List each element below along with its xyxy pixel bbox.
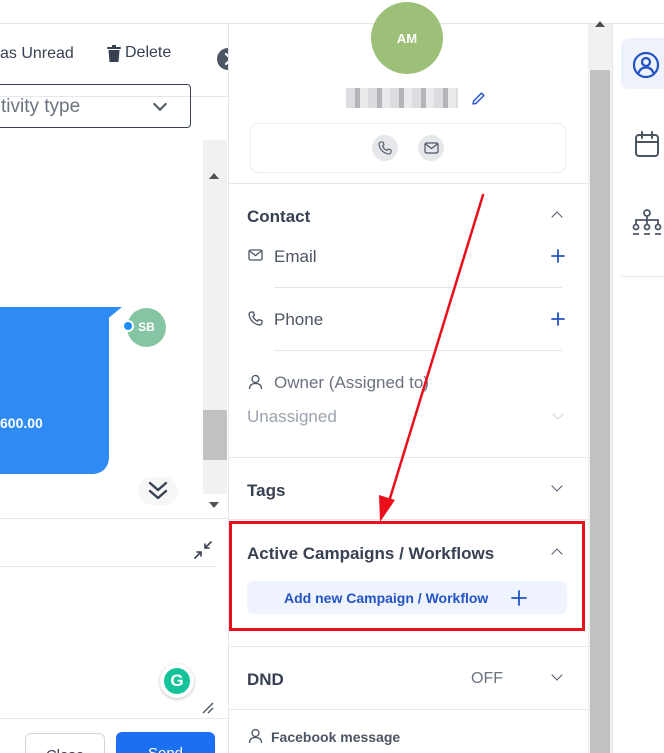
contact-section-title[interactable]: Contact <box>247 207 310 227</box>
add-campaign-button[interactable]: Add new Campaign / Workflow <box>247 581 567 614</box>
scroll-down-arrow[interactable] <box>209 502 219 508</box>
message-amount: 600.00 <box>0 415 43 431</box>
email-field-label: Email <box>274 247 317 266</box>
call-button[interactable] <box>372 135 398 161</box>
user-icon <box>248 728 263 744</box>
campaigns-divider <box>229 646 588 647</box>
resize-icon[interactable] <box>200 700 214 714</box>
dnd-status: OFF <box>471 670 503 687</box>
campaigns-section-title[interactable]: Active Campaigns / Workflows <box>247 544 494 564</box>
page-scroll-thumb[interactable] <box>590 70 610 753</box>
scroll-up-arrow[interactable] <box>209 173 219 179</box>
top-bar <box>0 0 664 24</box>
mail-icon <box>248 249 263 261</box>
dnd-section-title[interactable]: DND <box>247 670 284 690</box>
double-chevron-down-icon <box>148 481 168 500</box>
phone-icon <box>378 141 392 155</box>
phone-icon <box>248 311 263 326</box>
phone-field-label: Phone <box>274 310 324 329</box>
user-circle-icon <box>632 51 660 79</box>
add-email-plus-icon[interactable] <box>551 249 565 263</box>
activity-type-select[interactable]: tivity type <box>0 84 191 128</box>
grammarly-icon: G <box>164 668 190 694</box>
trash-icon <box>107 44 121 62</box>
quick-actions-box <box>250 123 566 173</box>
user-icon <box>248 374 263 390</box>
tags-section-title[interactable]: Tags <box>247 481 285 501</box>
mark-unread-button[interactable]: as Unread <box>0 45 74 63</box>
message-bubble <box>0 307 109 474</box>
close-button[interactable]: Close <box>25 733 105 753</box>
owner-select-value[interactable]: Unassigned <box>247 407 337 427</box>
add-campaign-label: Add new Campaign / Workflow <box>284 590 489 606</box>
composer-header-divider <box>0 566 216 567</box>
composer-bottom-divider <box>0 718 228 719</box>
mail-icon <box>423 142 439 154</box>
chevron-down-icon <box>152 96 168 112</box>
contact-avatar: AM <box>371 2 443 74</box>
grammarly-button[interactable]: G <box>160 664 194 698</box>
plus-icon <box>511 590 527 606</box>
dnd-divider <box>229 709 588 710</box>
messages-scroll-thumb[interactable] <box>203 410 227 460</box>
collapse-icon[interactable] <box>193 540 213 560</box>
add-phone-plus-icon[interactable] <box>551 312 565 326</box>
messenger-icon <box>122 320 134 332</box>
rail-item-contact[interactable] <box>621 38 664 89</box>
activity-type-value: tivity type <box>1 96 81 117</box>
message-bubble-tail <box>100 307 122 325</box>
delete-label: Delete <box>125 44 172 61</box>
rail-divider <box>621 276 664 277</box>
profile-divider <box>229 183 588 184</box>
facebook-message-label: Facebook message <box>271 729 401 745</box>
contact-name-redacted <box>346 88 458 108</box>
pencil-icon[interactable] <box>471 91 486 106</box>
page-scroll-up-arrow[interactable] <box>595 21 605 27</box>
email-button[interactable] <box>418 135 444 161</box>
annotation-arrow <box>379 193 485 522</box>
calendar-icon[interactable] <box>634 130 660 158</box>
scroll-to-bottom-button[interactable] <box>138 477 178 505</box>
send-button[interactable]: Send <box>116 732 215 753</box>
highlight-box <box>229 521 585 631</box>
org-chart-icon[interactable] <box>631 208 663 236</box>
delete-button[interactable]: Delete <box>107 44 171 62</box>
composer-top-divider <box>0 518 228 519</box>
